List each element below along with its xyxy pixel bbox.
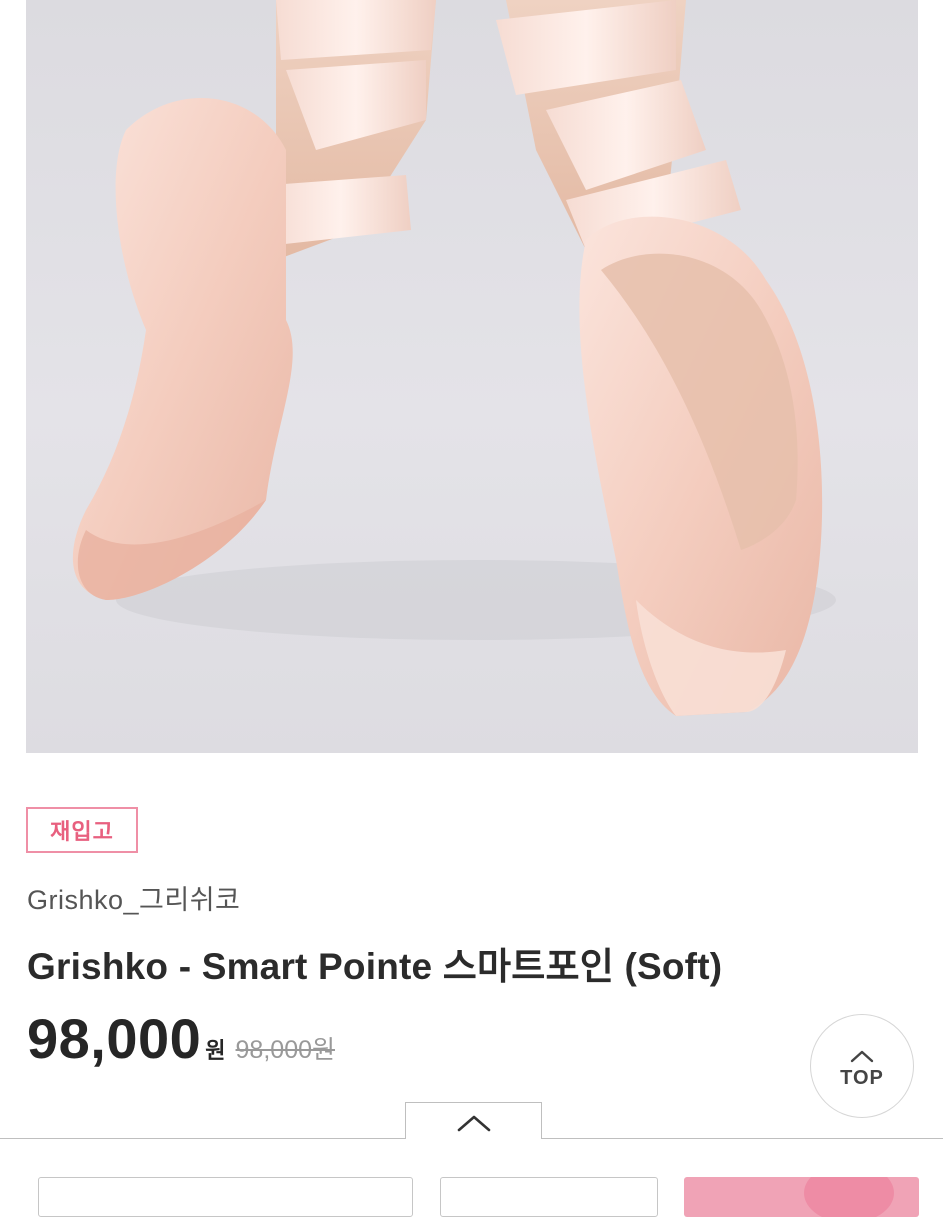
price-row: 98,000 원 98,000원: [27, 1006, 335, 1071]
chevron-up-icon: [850, 1050, 874, 1062]
scroll-top-label: TOP: [840, 1066, 884, 1089]
sale-price: 98,000: [27, 1007, 202, 1070]
product-image: [26, 0, 918, 753]
option-button-middle[interactable]: [440, 1177, 658, 1217]
option-button-left[interactable]: [38, 1177, 413, 1217]
primary-action-button[interactable]: [684, 1177, 919, 1217]
product-title: Grishko - Smart Pointe 스마트포인 (Soft): [27, 946, 723, 987]
pointe-shoes-illustration: [72, 0, 836, 716]
price-unit: 원: [205, 1038, 226, 1063]
restock-badge: 재입고: [26, 807, 138, 853]
brand-name[interactable]: Grishko_그리쉬코: [27, 878, 240, 917]
original-price: 98,000원: [235, 1036, 335, 1064]
button-highlight: [804, 1177, 894, 1217]
chevron-up-icon: [457, 1115, 490, 1132]
scroll-top-button[interactable]: TOP: [810, 1014, 914, 1118]
bottom-sheet-toggle[interactable]: [405, 1102, 542, 1139]
